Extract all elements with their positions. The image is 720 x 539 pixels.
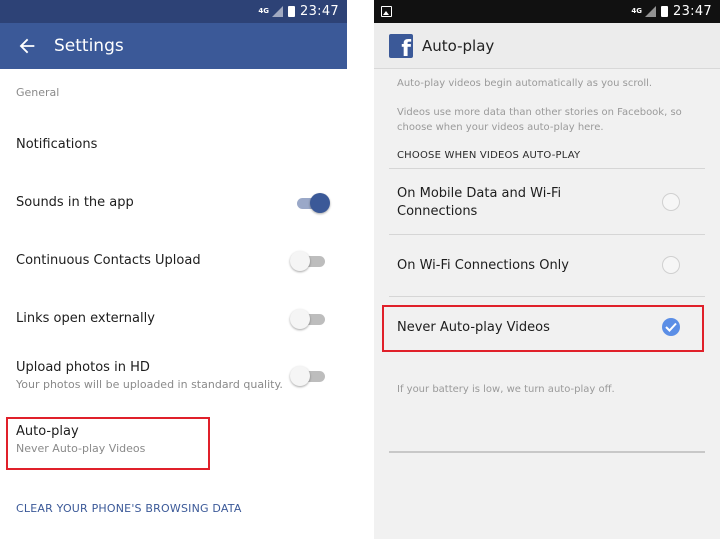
screenshot-root: 4G 23:47 Settings General Notifications … xyxy=(0,0,720,539)
status-bar: 4G 23:47 xyxy=(0,0,347,23)
autoplay-highlight-box xyxy=(6,417,210,470)
option-wifi-only-label[interactable]: On Wi-Fi Connections Only xyxy=(397,257,569,275)
signal-icon xyxy=(645,6,657,17)
settings-app-bar: Settings xyxy=(0,23,347,69)
upload-hd-sublabel: Your photos will be uploaded in standard… xyxy=(16,378,283,391)
divider xyxy=(389,296,705,297)
back-arrow-icon[interactable] xyxy=(16,35,38,57)
facebook-logo-letter: f xyxy=(401,36,411,58)
signal-icon xyxy=(272,6,284,17)
upload-hd-row-label: Upload photos in HD xyxy=(16,360,150,375)
contacts-upload-toggle[interactable] xyxy=(290,250,326,272)
option-mobile-wifi-line2: Connections xyxy=(397,204,478,219)
never-autoplay-highlight-box xyxy=(382,305,704,352)
option-mobile-wifi-radio[interactable] xyxy=(662,193,680,211)
status-clock: 23:47 xyxy=(673,4,712,19)
option-wifi-only-radio[interactable] xyxy=(662,256,680,274)
toggle-thumb xyxy=(310,193,330,213)
page-title: Auto-play xyxy=(422,36,495,55)
battery-note: If your battery is low, we turn auto-pla… xyxy=(397,384,615,395)
autoplay-info-text: Auto-play videos begin automatically as … xyxy=(397,78,653,89)
autoplay-screen: 4G 23:47 f Auto-play Auto-play videos be… xyxy=(374,0,720,539)
data-usage-info-text: Videos use more data than other stories … xyxy=(397,107,682,133)
battery-icon xyxy=(661,6,669,17)
autoplay-app-bar: f Auto-play xyxy=(374,23,720,69)
choose-autoplay-header: CHOOSE WHEN VIDEOS AUTO-PLAY xyxy=(397,150,581,161)
sounds-row-label: Sounds in the app xyxy=(16,195,134,210)
sounds-toggle[interactable] xyxy=(294,192,330,214)
contacts-upload-row-label: Continuous Contacts Upload xyxy=(16,253,201,268)
page-title: Settings xyxy=(54,36,124,56)
divider xyxy=(389,234,705,235)
links-external-toggle[interactable] xyxy=(290,308,326,330)
status-bar: 4G 23:47 xyxy=(374,0,720,23)
status-clock: 23:47 xyxy=(300,4,339,19)
toggle-thumb xyxy=(290,251,310,271)
toggle-thumb xyxy=(290,309,310,329)
bottom-divider xyxy=(389,451,705,453)
divider xyxy=(389,168,705,169)
clear-browsing-data-link[interactable]: CLEAR YOUR PHONE'S BROWSING DATA xyxy=(16,502,242,515)
upload-hd-toggle[interactable] xyxy=(290,365,326,387)
option-mobile-wifi-line1: On Mobile Data and Wi-Fi xyxy=(397,186,562,201)
notifications-row[interactable]: Notifications xyxy=(16,137,97,152)
battery-icon xyxy=(288,6,296,17)
section-header-general: General xyxy=(16,86,60,99)
links-external-row-label: Links open externally xyxy=(16,311,155,326)
settings-screen: 4G 23:47 Settings General Notifications … xyxy=(0,0,347,539)
option-mobile-wifi-label[interactable]: On Mobile Data and Wi-Fi Connections xyxy=(397,185,561,221)
image-notification-icon xyxy=(381,6,392,17)
toggle-thumb xyxy=(290,366,310,386)
facebook-logo-icon[interactable]: f xyxy=(389,33,413,58)
network-indicator: 4G xyxy=(631,7,643,15)
network-indicator: 4G xyxy=(258,7,270,15)
